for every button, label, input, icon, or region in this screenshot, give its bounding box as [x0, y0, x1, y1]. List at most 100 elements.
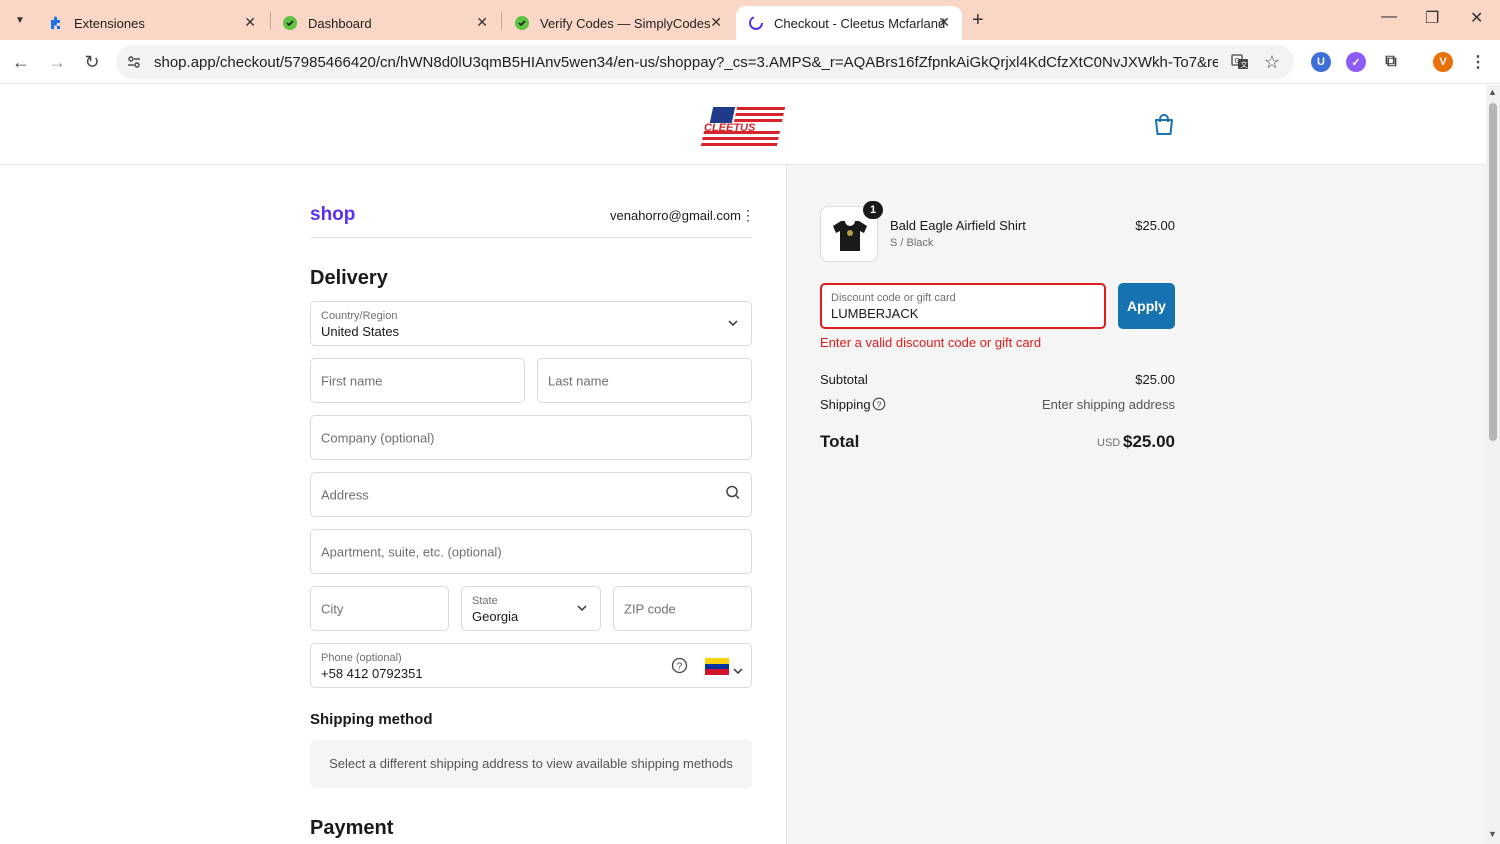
browser-tab-bar: ▼ Extensiones ✕ Dashboard ✕ Verify Codes… — [0, 0, 1500, 40]
tab-title: Dashboard — [308, 15, 372, 31]
apartment-input[interactable]: Apartment, suite, etc. (optional) — [310, 529, 752, 574]
order-summary-panel — [786, 165, 1486, 844]
account-menu-icon[interactable]: ⋮ — [741, 207, 755, 224]
tab-dashboard[interactable]: Dashboard ✕ — [270, 6, 500, 40]
tab-checkout[interactable]: Checkout - Cleetus Mcfarland ✕ — [736, 6, 962, 40]
chevron-down-icon[interactable] — [733, 662, 743, 680]
chevron-down-icon — [727, 318, 739, 330]
search-icon — [725, 484, 741, 505]
svg-text:?: ? — [677, 662, 683, 673]
phone-input[interactable]: Phone (optional) +58 412 0792351 ? — [310, 643, 752, 688]
company-placeholder: Company (optional) — [321, 430, 435, 445]
last-name-input[interactable]: Last name — [537, 358, 752, 403]
city-placeholder: City — [321, 601, 344, 616]
help-circle-icon[interactable]: ? — [872, 397, 886, 416]
account-email: venahorro@gmail.com — [610, 208, 741, 223]
tab-search-chevron-icon[interactable]: ▼ — [8, 8, 32, 32]
tab-verify-codes[interactable]: Verify Codes — SimplyCodes ✕ — [502, 6, 734, 40]
site-info-icon[interactable] — [124, 52, 144, 72]
restore-icon[interactable]: ❐ — [1425, 8, 1439, 28]
close-tab-icon[interactable]: ✕ — [244, 14, 256, 31]
address-placeholder: Address — [321, 487, 369, 502]
state-label: State — [472, 595, 498, 607]
address-bar[interactable]: shop.app/checkout/57985466420/cn/hWN8d0l… — [116, 45, 1294, 79]
close-tab-icon[interactable]: ✕ — [710, 14, 722, 31]
browser-toolbar: ← → ↻ shop.app/checkout/57985466420/cn/h… — [0, 40, 1500, 84]
subtotal-label: Subtotal — [820, 372, 868, 387]
address-input[interactable]: Address — [310, 472, 752, 517]
total-label: Total — [820, 432, 860, 451]
forward-arrow-icon[interactable]: → — [45, 50, 69, 74]
profile-avatar[interactable]: V — [1433, 52, 1453, 72]
reload-icon[interactable]: ↻ — [80, 50, 104, 74]
discount-value: LUMBERJACK — [831, 306, 919, 321]
product-price: $25.00 — [1135, 218, 1175, 233]
close-window-icon[interactable]: ✕ — [1470, 8, 1483, 28]
product-variant: S / Black — [890, 237, 934, 249]
back-arrow-icon[interactable]: ← — [9, 50, 33, 74]
total-value: $25.00 — [1123, 432, 1175, 451]
company-input[interactable]: Company (optional) — [310, 415, 752, 460]
cleetus-logo[interactable]: CLEETUS — [700, 103, 786, 147]
shipping-label: Shipping — [820, 397, 871, 412]
shipping-method-heading: Shipping method — [310, 711, 433, 728]
help-circle-icon[interactable]: ? — [671, 657, 688, 679]
close-tab-icon[interactable]: ✕ — [938, 14, 950, 31]
state-select[interactable]: State Georgia — [461, 586, 601, 631]
first-name-input[interactable]: First name — [310, 358, 525, 403]
store-header: CLEETUS — [0, 85, 1486, 165]
simplycodes-icon — [282, 15, 298, 31]
extension-icon[interactable]: ✓ — [1346, 52, 1366, 72]
svg-text:文: 文 — [1241, 60, 1248, 69]
first-name-placeholder: First name — [321, 373, 383, 388]
puzzle-icon — [48, 15, 64, 31]
zip-input[interactable]: ZIP code — [613, 586, 752, 631]
tab-title: Extensiones — [74, 15, 145, 31]
close-tab-icon[interactable]: ✕ — [476, 14, 488, 31]
discount-code-input[interactable]: Discount code or gift card LUMBERJACK — [820, 283, 1106, 329]
shipping-method-message: Select a different shipping address to v… — [329, 756, 733, 771]
shop-loading-icon — [748, 15, 764, 31]
discount-error-message: Enter a valid discount code or gift card — [820, 335, 1042, 350]
new-tab-plus-icon[interactable]: + — [972, 9, 984, 32]
payment-heading: Payment — [310, 817, 394, 839]
shop-pay-brand: shop — [310, 204, 356, 225]
scrollbar-thumb[interactable] — [1489, 103, 1497, 441]
city-input[interactable]: City — [310, 586, 449, 631]
shipping-method-notice: Select a different shipping address to v… — [310, 740, 752, 788]
last-name-placeholder: Last name — [548, 373, 609, 388]
product-name: Bald Eagle Airfield Shirt — [890, 218, 1026, 233]
extensions-puzzle-icon[interactable]: ⧉ — [1381, 52, 1401, 72]
chevron-down-icon — [576, 603, 588, 615]
delivery-heading: Delivery — [310, 267, 388, 289]
country-label: Country/Region — [321, 310, 398, 322]
minimize-icon[interactable]: — — [1381, 8, 1397, 26]
browser-menu-icon[interactable]: ⋮ — [1468, 52, 1488, 72]
country-value: United States — [321, 324, 400, 339]
tab-extensions[interactable]: Extensiones ✕ — [36, 6, 268, 40]
apply-button[interactable]: Apply — [1118, 283, 1175, 329]
checkout-page: CLEETUS — [0, 85, 1486, 844]
bookmark-star-icon[interactable]: ☆ — [1262, 52, 1282, 72]
page-scrollbar[interactable]: ▲ ▼ — [1486, 85, 1500, 844]
discount-label: Discount code or gift card — [831, 292, 956, 304]
url-text: shop.app/checkout/57985466420/cn/hWN8d0l… — [154, 54, 1218, 71]
state-value: Georgia — [472, 609, 519, 624]
subtotal-value: $25.00 — [1135, 372, 1175, 387]
tab-title: Verify Codes — SimplyCodes — [540, 15, 711, 31]
simplycodes-icon — [514, 15, 530, 31]
translate-icon[interactable]: G文 — [1230, 52, 1250, 72]
apartment-placeholder: Apartment, suite, etc. (optional) — [321, 544, 502, 559]
scroll-down-arrow-icon[interactable]: ▼ — [1488, 829, 1497, 839]
country-select[interactable]: Country/Region United States — [310, 301, 752, 346]
shield-extension-icon[interactable]: U — [1311, 52, 1331, 72]
shipping-value: Enter shipping address — [1042, 397, 1175, 412]
venezuela-flag-icon[interactable] — [705, 658, 729, 680]
shopping-bag-icon[interactable] — [1153, 113, 1175, 137]
scroll-up-arrow-icon[interactable]: ▲ — [1488, 87, 1497, 97]
svg-text:?: ? — [877, 399, 882, 409]
svg-text:CLEETUS: CLEETUS — [704, 122, 756, 134]
quantity-badge: 1 — [863, 201, 883, 219]
divider — [310, 237, 752, 238]
phone-value: +58 412 0792351 — [321, 666, 423, 681]
